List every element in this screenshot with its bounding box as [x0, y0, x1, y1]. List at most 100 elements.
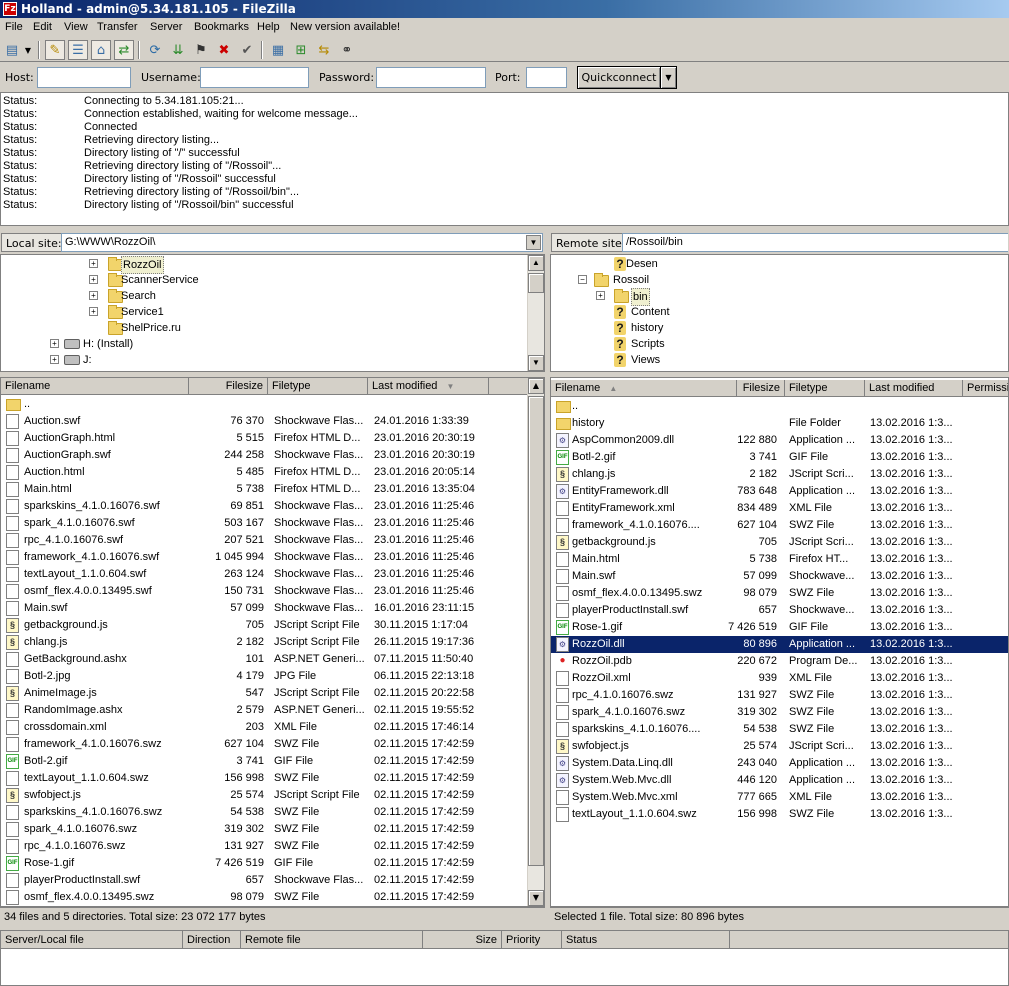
remote-tree[interactable]: ? Desen − Rossoil + bin? Content? history? Scrip…: [550, 254, 1009, 372]
table-row[interactable]: GetBackground.ashx 101 ASP.NET Generi... 07…: [1, 651, 528, 668]
remote-path-input[interactable]: /Rossoil/bin: [622, 233, 1008, 252]
menu-transfer[interactable]: Transfer: [97, 21, 138, 33]
table-row[interactable]: § getbackground.js 705 JScript Script File 3…: [1, 617, 528, 634]
table-row[interactable]: rpc_4.1.0.16076.swf 207 521 Shockwave Flas…: [1, 532, 528, 549]
table-row[interactable]: spark_4.1.0.16076.swf 503 167 Shockwave Fl…: [1, 515, 528, 532]
table-row[interactable]: ⚙ RozzOil.dll 80 896 Application ... 13.02.2…: [551, 636, 1008, 653]
table-row[interactable]: System.Web.Mvc.xml 777 665 XML File 13.02.2…: [551, 789, 1008, 806]
table-row[interactable]: ..: [1, 396, 528, 413]
remote-tree-icon[interactable]: ⌂: [91, 40, 111, 60]
table-row[interactable]: Main.html 5 738 Firefox HTML D... 23.01.201…: [1, 481, 528, 498]
table-row[interactable]: framework_4.1.0.16076.swf 1 045 994 Shockw…: [1, 549, 528, 566]
scroll-down-icon[interactable]: ▼: [528, 355, 544, 371]
local-col-filesize[interactable]: Filesize: [189, 378, 268, 395]
directory-listing-filters-icon[interactable]: ▦: [268, 40, 288, 60]
tree-node[interactable]: − Rossoil: [551, 272, 991, 288]
table-row[interactable]: AuctionGraph.html 5 515 Firefox HTML D... 2…: [1, 430, 528, 447]
table-row[interactable]: framework_4.1.0.16076.... 627 104 SWZ File…: [551, 517, 1008, 534]
tree-node[interactable]: ? Desen: [551, 256, 991, 272]
expander-icon[interactable]: +: [89, 291, 98, 300]
disconnect-icon[interactable]: ✖: [214, 40, 234, 60]
table-row[interactable]: ..: [551, 398, 1008, 415]
local-path-dropdown-icon[interactable]: ▼: [526, 235, 541, 250]
table-row[interactable]: GIF Rose-1.gif 7 426 519 GIF File 13.02.2016…: [551, 619, 1008, 636]
sync-browse-icon[interactable]: ⇆: [314, 40, 334, 60]
message-log[interactable]: Status: Connecting to 5.34.181.105:21... S…: [0, 92, 1009, 226]
port-input[interactable]: [526, 67, 567, 88]
scroll-down-icon[interactable]: ▼: [528, 890, 544, 906]
table-row[interactable]: framework_4.1.0.16076.swz 627 104 SWZ File…: [1, 736, 528, 753]
menu-view[interactable]: View: [64, 21, 88, 33]
tree-node[interactable]: ShelPrice.ru: [1, 320, 521, 336]
table-row[interactable]: ⚙ AspCommon2009.dll 122 880 Application ...…: [551, 432, 1008, 449]
table-row[interactable]: textLayout_1.1.0.604.swz 156 998 SWZ File 1…: [551, 806, 1008, 823]
tree-node[interactable]: + H: (Install): [1, 336, 521, 352]
local-list-scrollbar[interactable]: ▲ ▼: [527, 378, 544, 906]
menu-bookmarks[interactable]: Bookmarks: [194, 21, 249, 33]
username-input[interactable]: [200, 67, 309, 88]
scroll-up-icon[interactable]: ▲: [528, 255, 544, 271]
table-row[interactable]: sparkskins_4.1.0.16076.swf 69 851 Shockwav…: [1, 498, 528, 515]
local-col-filetype[interactable]: Filetype: [268, 378, 368, 395]
table-row[interactable]: Main.html 5 738 Firefox HT... 13.02.2016 1:…: [551, 551, 1008, 568]
quickconnect-button[interactable]: Quickconnect: [577, 66, 661, 89]
expander-icon[interactable]: +: [50, 339, 59, 348]
table-row[interactable]: history File Folder 13.02.2016 1:3...: [551, 415, 1008, 432]
table-row[interactable]: § getbackground.js 705 JScript Scri... 13.02…: [551, 534, 1008, 551]
expander-icon[interactable]: −: [578, 275, 587, 284]
queue-col-direction[interactable]: Direction: [183, 931, 241, 949]
menu-server[interactable]: Server: [150, 21, 182, 33]
menu-new-version[interactable]: New version available!: [290, 21, 400, 33]
local-col-last-modified[interactable]: Last modified ▼: [368, 378, 489, 395]
table-row[interactable]: rpc_4.1.0.16076.swz 131 927 SWZ File 02.11.…: [1, 838, 528, 855]
expander-icon[interactable]: +: [89, 307, 98, 316]
table-row[interactable]: § chlang.js 2 182 JScript Script File 26.11.…: [1, 634, 528, 651]
tree-node[interactable]: + J:: [1, 352, 521, 368]
host-input[interactable]: [37, 67, 131, 88]
queue-col-server-local-file[interactable]: Server/Local file: [1, 931, 183, 949]
cancel-icon[interactable]: ⚑: [191, 40, 211, 60]
tree-node[interactable]: + ScannerService: [1, 272, 521, 288]
password-input[interactable]: [376, 67, 486, 88]
scroll-thumb[interactable]: [528, 273, 544, 293]
local-tree-icon[interactable]: ☰: [68, 40, 88, 60]
tree-node[interactable]: ? Views: [551, 352, 991, 368]
expander-icon[interactable]: +: [89, 259, 98, 268]
local-tree[interactable]: ▲ ▼ + RozzOil + ScannerService + Search + Servi…: [0, 254, 545, 372]
expander-icon[interactable]: +: [89, 275, 98, 284]
tree-node[interactable]: + RozzOil: [1, 256, 521, 274]
table-row[interactable]: osmf_flex.4.0.0.13495.swf 150 731 Shockwav…: [1, 583, 528, 600]
menu-file[interactable]: File: [5, 21, 23, 33]
expander-icon[interactable]: +: [596, 291, 605, 300]
remote-file-list[interactable]: Filename ▲ Filesize Filetype Last modifi…: [550, 377, 1009, 907]
table-row[interactable]: sparkskins_4.1.0.16076.swz 54 538 SWZ File…: [1, 804, 528, 821]
table-row[interactable]: ⚙ System.Web.Mvc.dll 446 120 Application ..…: [551, 772, 1008, 789]
queue-col-size[interactable]: Size: [423, 931, 502, 949]
table-row[interactable]: playerProductInstall.swf 657 Shockwave... 1…: [551, 602, 1008, 619]
table-row[interactable]: playerProductInstall.swf 657 Shockwave Fla…: [1, 872, 528, 889]
table-row[interactable]: ⚙ EntityFramework.dll 783 648 Application .…: [551, 483, 1008, 500]
table-row[interactable]: Main.swf 57 099 Shockwave... 13.02.2016 1:3…: [551, 568, 1008, 585]
table-row[interactable]: spark_4.1.0.16076.swz 319 302 SWZ File 02.1…: [1, 821, 528, 838]
table-row[interactable]: GIF Rose-1.gif 7 426 519 GIF File 02.11.2015…: [1, 855, 528, 872]
local-tree-scrollbar[interactable]: ▲ ▼: [527, 255, 544, 371]
refresh-icon[interactable]: ⟳: [145, 40, 165, 60]
scroll-up-icon[interactable]: ▲: [528, 378, 544, 394]
table-row[interactable]: § swfobject.js 25 574 JScript Scri... 13.02.…: [551, 738, 1008, 755]
menu-help[interactable]: Help: [257, 21, 280, 33]
queue-col-priority[interactable]: Priority: [502, 931, 562, 949]
table-row[interactable]: osmf_flex.4.0.0.13495.swz 98 079 SWZ File 0…: [1, 889, 528, 906]
table-row[interactable]: RandomImage.ashx 2 579 ASP.NET Generi... 02…: [1, 702, 528, 719]
title-bar[interactable]: Fz Holland - admin@5.34.181.105 - FileZi…: [0, 0, 1009, 18]
queue-col-remote-file[interactable]: Remote file: [241, 931, 423, 949]
table-row[interactable]: AuctionGraph.swf 244 258 Shockwave Flas...…: [1, 447, 528, 464]
process-queue-icon[interactable]: ⇊: [168, 40, 188, 60]
transfer-queue[interactable]: Server/Local file Direction Remote file …: [0, 930, 1009, 986]
table-row[interactable]: § chlang.js 2 182 JScript Scri... 13.02.2016…: [551, 466, 1008, 483]
table-row[interactable]: textLayout_1.1.0.604.swf 263 124 Shockwave…: [1, 566, 528, 583]
remote-col-permissions[interactable]: Permissio: [963, 380, 1008, 397]
table-row[interactable]: ● RozzOil.pdb 220 672 Program De... 13.02.20…: [551, 653, 1008, 670]
tree-node[interactable]: ? Content: [551, 304, 991, 320]
local-col-filename[interactable]: Filename: [1, 378, 189, 395]
table-row[interactable]: § swfobject.js 25 574 JScript Script File 02…: [1, 787, 528, 804]
